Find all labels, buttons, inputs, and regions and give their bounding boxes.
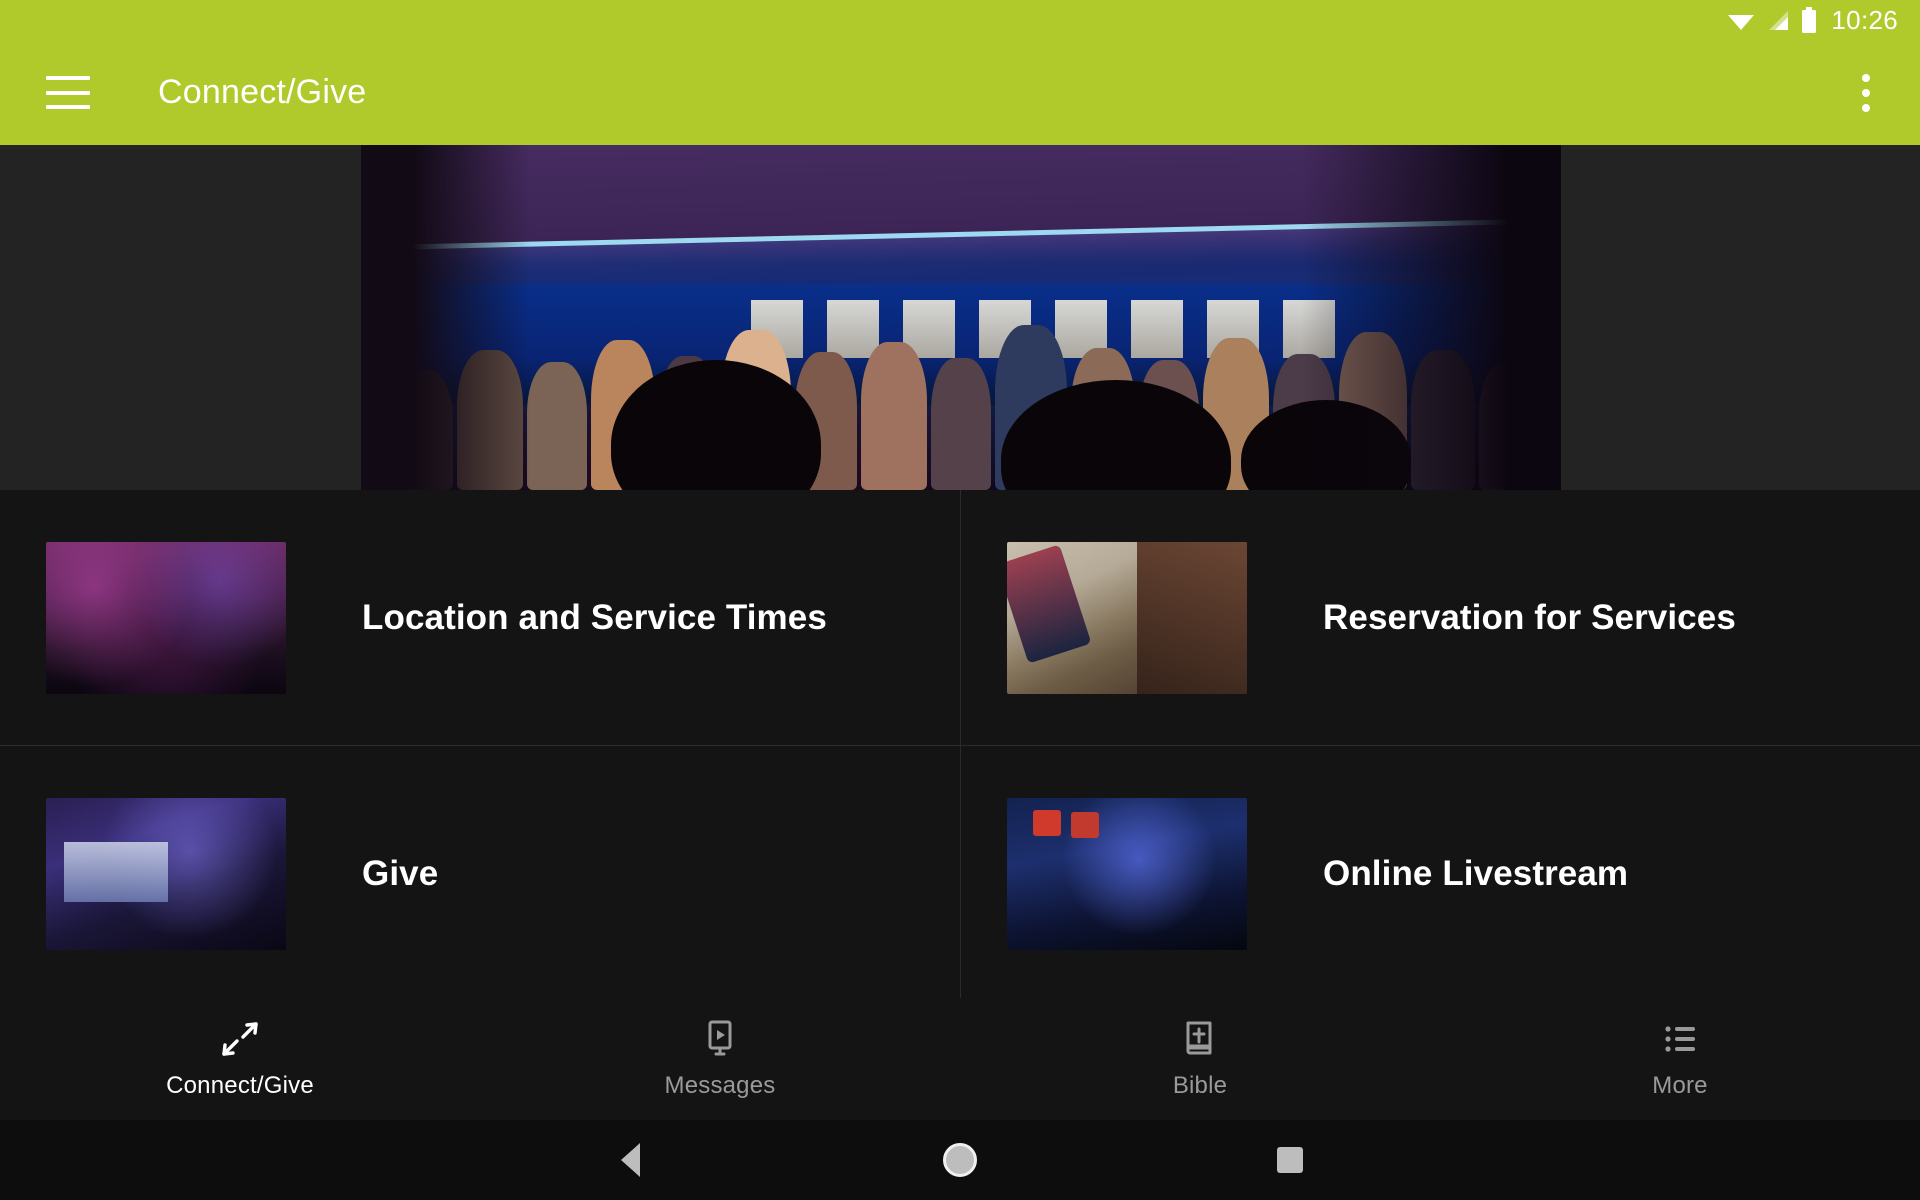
hero-banner[interactable] — [0, 145, 1920, 490]
card-title: Location and Service Times — [362, 597, 827, 637]
status-bar: 10:26 — [0, 0, 1920, 40]
recents-icon — [1277, 1147, 1303, 1173]
hero-left-vignette — [361, 145, 531, 490]
broadcast-studio-thumbnail — [46, 797, 286, 950]
tab-label: Messages — [664, 1072, 776, 1099]
card-title: Reservation for Services — [1323, 597, 1736, 637]
card-title: Online Livestream — [1323, 853, 1629, 893]
tab-label: Connect/Give — [166, 1072, 314, 1099]
tab-more[interactable]: More — [1440, 998, 1920, 1120]
card-reservation-for-services[interactable]: Reservation for Services — [960, 490, 1920, 745]
card-online-livestream[interactable]: Online Livestream — [960, 746, 1920, 1001]
wifi-icon — [1727, 10, 1755, 30]
hand-holding-phone-thumbnail — [1007, 541, 1247, 694]
congregation-worship-thumbnail — [46, 541, 286, 694]
recents-button[interactable] — [1125, 1147, 1455, 1173]
hero-right-vignette — [1301, 145, 1561, 490]
hero-image — [361, 145, 1561, 490]
video-message-icon — [699, 1018, 741, 1060]
tab-label: More — [1652, 1072, 1708, 1099]
connect-arrows-icon — [219, 1018, 261, 1060]
tab-messages[interactable]: Messages — [480, 998, 960, 1120]
tab-label: Bible — [1172, 1072, 1228, 1099]
back-button[interactable] — [465, 1143, 795, 1177]
status-bar-clock: 10:26 — [1831, 4, 1898, 35]
home-icon — [943, 1143, 977, 1177]
battery-icon — [1801, 7, 1817, 33]
card-title: Give — [362, 853, 439, 893]
bible-book-icon — [1179, 1018, 1221, 1060]
status-icons — [1727, 7, 1817, 33]
card-row: Give Online Livestream — [0, 745, 1920, 1001]
android-navigation-bar — [0, 1120, 1920, 1200]
menu-card-grid: Location and Service Times Reservation f… — [0, 490, 1920, 1010]
tab-connect-give[interactable]: Connect/Give — [0, 998, 480, 1120]
card-row: Location and Service Times Reservation f… — [0, 490, 1920, 745]
home-button[interactable] — [795, 1143, 1125, 1177]
app-screen: 10:26 Connect/Give Location and Service … — [0, 0, 1920, 1200]
bottom-tab-bar: Connect/Give Messages Bible More — [0, 998, 1920, 1120]
page-title: Connect/Give — [158, 73, 367, 111]
list-more-icon — [1659, 1018, 1701, 1060]
card-give[interactable]: Give — [0, 746, 960, 1001]
hamburger-menu-icon[interactable] — [46, 76, 90, 109]
card-location-and-service-times[interactable]: Location and Service Times — [0, 490, 960, 745]
livestream-stage-thumbnail — [1007, 797, 1247, 950]
cellular-signal-icon — [1764, 10, 1790, 31]
overflow-menu-icon[interactable] — [1862, 73, 1870, 112]
tab-bible[interactable]: Bible — [960, 998, 1440, 1120]
app-bar: Connect/Give — [0, 40, 1920, 145]
back-icon — [620, 1143, 640, 1177]
